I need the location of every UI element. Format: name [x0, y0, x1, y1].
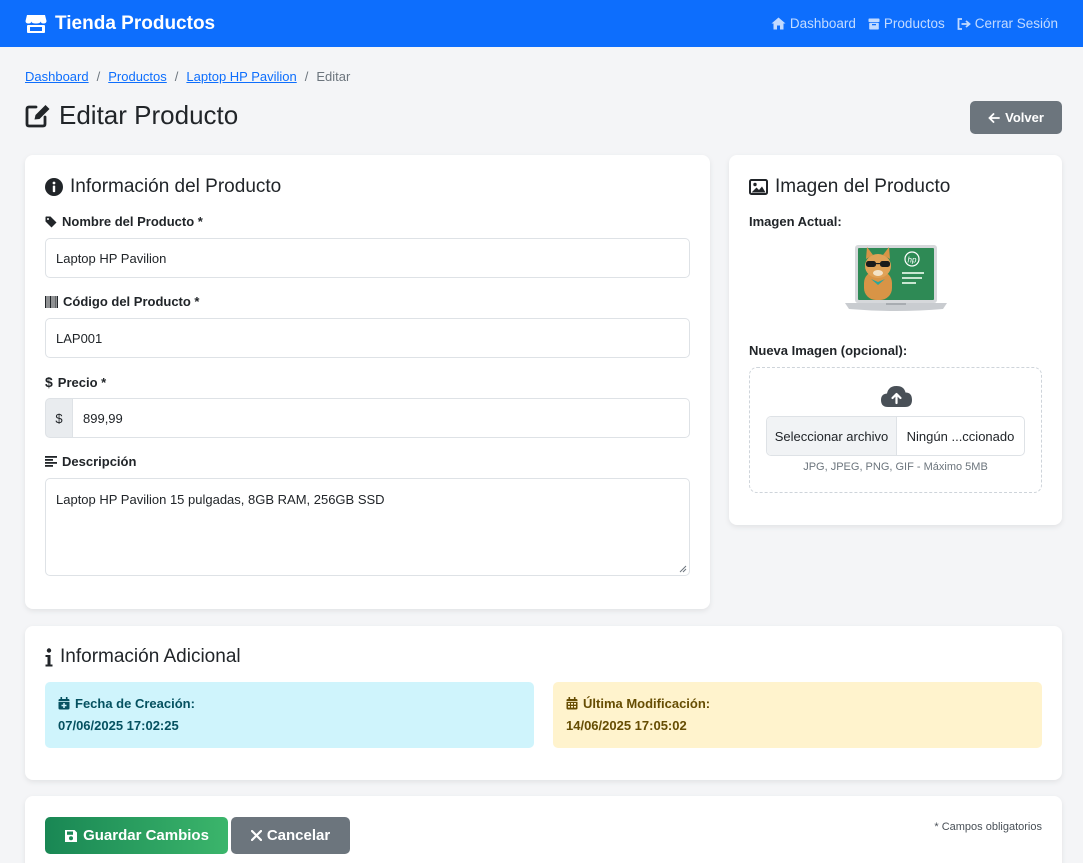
- breadcrumb-separator: /: [96, 69, 101, 84]
- code-label: Código del Producto *: [45, 294, 200, 309]
- required-note: * Campos obligatorios: [934, 821, 1042, 833]
- brand-name: Tienda Productos: [55, 12, 216, 34]
- product-thumbnail: hp: [845, 245, 947, 311]
- home-icon: [771, 17, 786, 30]
- resize-handle-icon[interactable]: [679, 565, 687, 573]
- edit-icon: [25, 104, 50, 127]
- box-icon: [868, 18, 880, 29]
- nav-link-logout-label: Cerrar Sesión: [974, 16, 1058, 31]
- price-input-group: $ 899,99: [45, 398, 690, 438]
- logout-icon: [957, 17, 971, 30]
- description-textarea[interactable]: Laptop HP Pavilion 15 pulgadas, 8GB RAM,…: [45, 478, 690, 576]
- dollar-icon: $: [45, 374, 53, 390]
- save-button-label: Guardar Cambios: [83, 827, 209, 844]
- info-icon: [45, 647, 53, 666]
- product-name-value: Laptop HP Pavilion: [56, 250, 167, 266]
- page-title-text: Editar Producto: [59, 100, 239, 130]
- new-image-label-text: Nueva Imagen (opcional):: [749, 343, 908, 358]
- product-name-input[interactable]: Laptop HP Pavilion: [45, 238, 690, 278]
- name-label-text: Nombre del Producto *: [62, 214, 203, 229]
- back-button[interactable]: Volver: [970, 101, 1062, 134]
- info-circle-icon: [45, 178, 63, 196]
- product-code-value: LAP001: [56, 330, 103, 346]
- price-label: $ Precio *: [45, 374, 106, 390]
- description-label: Descripción: [45, 454, 136, 469]
- upload-hint: JPG, JPEG, PNG, GIF - Máximo 5MB: [750, 461, 1041, 473]
- created-label-text: Fecha de Creación:: [75, 696, 195, 711]
- laptop-logo-text: hp: [908, 256, 917, 265]
- image-icon: [749, 179, 768, 195]
- nav-links: Dashboard Productos Cerrar Sesión: [771, 16, 1058, 31]
- product-code-input[interactable]: LAP001: [45, 318, 690, 358]
- modified-label: Última Modificación:: [566, 696, 1029, 711]
- nav-link-dashboard-label: Dashboard: [789, 16, 856, 31]
- upload-hint-text: JPG, JPEG, PNG, GIF - Máximo 5MB: [803, 461, 988, 473]
- price-label-text: Precio *: [57, 374, 107, 390]
- file-status: Ningún ...ccionado: [897, 417, 1024, 455]
- description-label-text: Descripción: [62, 454, 137, 469]
- calendar-plus-icon: [58, 697, 70, 710]
- product-info-title: Información del Producto: [45, 176, 281, 198]
- select-file-button[interactable]: Seleccionar archivo: [767, 417, 897, 455]
- close-icon: [250, 830, 262, 841]
- breadcrumb: Dashboard / Productos / Laptop HP Pavili…: [25, 69, 350, 84]
- product-info-card: Información del Producto Nombre del Prod…: [25, 155, 710, 609]
- select-file-button-label: Seleccionar archivo: [774, 428, 889, 444]
- additional-info-title: Información Adicional: [45, 646, 241, 668]
- description-value: Laptop HP Pavilion 15 pulgadas, 8GB RAM,…: [56, 492, 385, 507]
- breadcrumb-separator: /: [174, 69, 179, 84]
- breadcrumb-product[interactable]: Laptop HP Pavilion: [186, 69, 296, 84]
- tag-icon: [45, 216, 57, 227]
- code-label-text: Código del Producto *: [63, 294, 200, 309]
- cancel-button[interactable]: Cancelar: [231, 817, 350, 854]
- price-prefix: $: [45, 398, 73, 438]
- cloud-upload-icon: [881, 386, 912, 407]
- created-date-box: Fecha de Creación: 07/06/2025 17:02:25: [45, 682, 534, 748]
- price-prefix-text: $: [55, 410, 63, 426]
- modified-value: 14/06/2025 17:05:02: [566, 718, 687, 733]
- actions-card: Guardar Cambios Cancelar * Campos obliga…: [25, 796, 1062, 863]
- nav-link-logout[interactable]: Cerrar Sesión: [957, 16, 1058, 31]
- modified-date-box: Última Modificación: 14/06/2025 17:05:02: [553, 682, 1042, 748]
- product-image-title: Imagen del Producto: [749, 176, 950, 198]
- store-icon: [25, 14, 47, 33]
- current-image-label: Imagen Actual:: [749, 214, 842, 229]
- modified-label-text: Última Modificación:: [583, 696, 711, 711]
- created-label: Fecha de Creación:: [58, 696, 521, 711]
- product-image-title-text: Imagen del Producto: [775, 176, 951, 197]
- price-input[interactable]: 899,99: [73, 398, 690, 438]
- breadcrumb-current: Editar: [316, 69, 351, 84]
- additional-info-title-text: Información Adicional: [60, 646, 241, 667]
- breadcrumb-dashboard[interactable]: Dashboard: [25, 69, 89, 84]
- name-label: Nombre del Producto *: [45, 214, 203, 229]
- cancel-button-label: Cancelar: [266, 827, 331, 844]
- required-note-text: * Campos obligatorios: [934, 821, 1042, 833]
- breadcrumb-productos[interactable]: Productos: [108, 69, 167, 84]
- back-button-label: Volver: [1005, 110, 1044, 125]
- save-button[interactable]: Guardar Cambios: [45, 817, 228, 854]
- additional-info-card: Información Adicional Fecha de Creación:…: [25, 626, 1062, 780]
- nav-link-productos[interactable]: Productos: [868, 16, 945, 31]
- save-icon: [65, 829, 78, 842]
- nav-link-productos-label: Productos: [883, 16, 945, 31]
- product-image-card: Imagen del Producto Imagen Actual: hp Nu…: [729, 155, 1062, 525]
- top-navbar: Tienda Productos Dashboard Productos Cer…: [0, 0, 1083, 47]
- breadcrumb-separator: /: [304, 69, 309, 84]
- arrow-left-icon: [988, 112, 1001, 123]
- file-input[interactable]: Seleccionar archivo Ningún ...ccionado: [766, 416, 1025, 456]
- align-left-icon: [45, 456, 57, 467]
- product-info-title-text: Información del Producto: [70, 176, 282, 197]
- brand[interactable]: Tienda Productos: [25, 13, 215, 35]
- new-image-label: Nueva Imagen (opcional):: [749, 343, 907, 358]
- page-title: Editar Producto: [25, 100, 238, 131]
- calendar-icon: [566, 697, 578, 710]
- current-image-label-text: Imagen Actual:: [749, 214, 842, 229]
- price-value: 899,99: [83, 410, 123, 426]
- barcode-icon: [45, 295, 58, 308]
- file-status-text: Ningún ...ccionado: [906, 428, 1015, 444]
- upload-dropzone[interactable]: Seleccionar archivo Ningún ...ccionado J…: [749, 367, 1042, 493]
- nav-link-dashboard[interactable]: Dashboard: [771, 16, 856, 31]
- created-value: 07/06/2025 17:02:25: [58, 718, 179, 733]
